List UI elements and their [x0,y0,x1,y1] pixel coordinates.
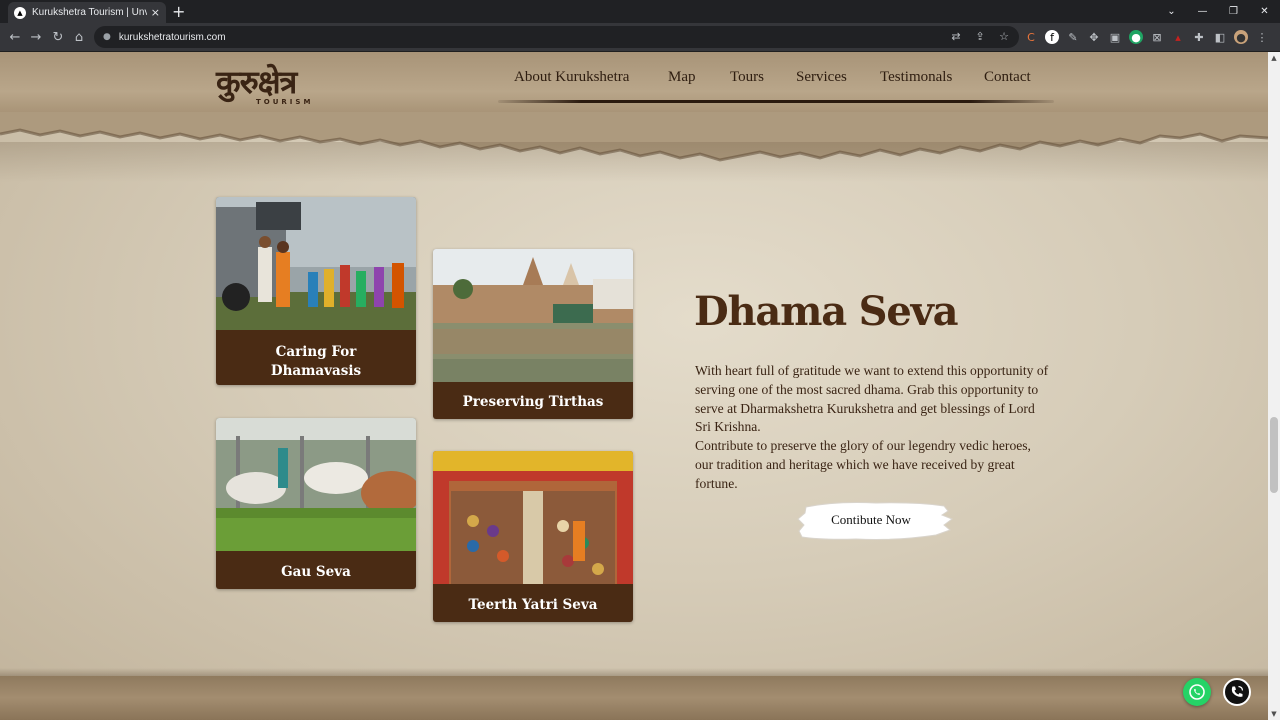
extension-green-icon[interactable]: ● [1129,30,1143,44]
url-text[interactable]: kurukshetratourism.com [119,32,226,43]
site-favicon-icon: ▲ [14,6,26,19]
nav-about-kurukshetra[interactable]: About Kurukshetra [514,69,629,86]
side-panel-icon[interactable]: ◧ [1213,30,1227,44]
extension-c-icon[interactable]: C [1024,30,1038,44]
tirthas-photo [433,249,633,382]
logo-subtext: TOURISM [256,98,314,106]
nav-contact[interactable]: Contact [984,69,1031,86]
contribute-now-button[interactable]: Contibute Now [796,499,956,543]
section-paragraph: With heart full of gratitude we want to … [695,363,1049,435]
tab-title: Kurukshetra Tourism | Unveiling t [32,7,147,18]
browser-menu-icon[interactable]: ⋮ [1255,30,1269,44]
card-caring-for-dhamavasis[interactable]: Caring For Dhamavasis [216,197,416,385]
card-gau-seva[interactable]: Gau Seva [216,418,416,589]
nav-underline [498,100,1054,103]
page-scrollbar[interactable]: ▲ ▼ [1268,52,1280,720]
section-paragraph: Contribute to preserve the glory of our … [695,438,1031,491]
home-icon[interactable]: ⌂ [70,28,88,46]
web-page: कुरुक्षेत्र TOURISM About Kurukshetra Ma… [0,52,1268,720]
maximize-button[interactable]: ❐ [1218,0,1249,23]
card-label: Preserving Tirthas [433,393,633,412]
extension-pen-icon[interactable]: ✎ [1066,30,1080,44]
address-bar[interactable]: ● kurukshetratourism.com ⇄ ⇪ ☆ [94,26,1019,48]
nav-services[interactable]: Services [796,69,847,86]
phone-call-icon [1231,685,1244,697]
browser-tabbar: ▲ Kurukshetra Tourism | Unveiling t × + … [0,0,1280,23]
whatsapp-button[interactable] [1183,678,1211,706]
nav-testimonals[interactable]: Testimonals [880,69,952,86]
card-preserving-tirthas[interactable]: Preserving Tirthas [433,249,633,419]
contribute-now-label: Contibute Now [831,512,911,527]
teerth-yatri-photo [433,451,633,584]
extension-f-icon[interactable]: f [1045,30,1059,44]
gau-seva-photo [216,418,416,551]
new-tab-button[interactable]: + [172,2,185,21]
card-label: Gau Seva [216,563,416,582]
forward-icon[interactable]: → [27,28,45,46]
main-navigation: About Kurukshetra Map Tours Services Tes… [498,66,1054,106]
scroll-up-icon[interactable]: ▲ [1268,52,1280,64]
scroll-down-icon[interactable]: ▼ [1268,708,1280,720]
extension-move-icon[interactable]: ✥ [1087,30,1101,44]
bookmark-star-icon[interactable]: ☆ [997,29,1011,43]
lock-icon[interactable]: ● [103,32,111,42]
extensions-bar: C f ✎ ✥ ▣ ● ⊠ ▴ ✚ ◧ ● ⋮ [1024,30,1269,44]
site-logo[interactable]: कुरुक्षेत्र TOURISM [212,56,322,114]
logo-text: कुरुक्षेत्र [216,63,297,101]
card-label: Caring For Dhamavasis [216,343,416,381]
card-label-line: Teerth Yatri Seva [468,597,598,613]
window-controls: ⌄ — ❐ ✕ [1156,0,1280,23]
nav-map[interactable]: Map [668,69,696,86]
extension-red-icon[interactable]: ▴ [1171,30,1185,44]
whatsapp-icon [1189,684,1205,700]
call-button[interactable] [1223,678,1251,706]
card-label-line: Gau Seva [281,564,351,580]
back-icon[interactable]: ← [6,28,24,46]
torn-paper-edge [0,112,1268,182]
card-teerth-yatri-seva[interactable]: Teerth Yatri Seva [433,451,633,622]
extensions-puzzle-icon[interactable]: ✚ [1192,30,1206,44]
tab-search-icon[interactable]: ⌄ [1156,0,1187,23]
minimize-button[interactable]: — [1187,0,1218,23]
card-label-line: Caring For [275,344,357,360]
site-footer-band [0,676,1268,720]
card-label-line: Preserving Tirthas [462,394,604,410]
nav-tours[interactable]: Tours [730,69,764,86]
extension-square-icon[interactable]: ▣ [1108,30,1122,44]
close-window-button[interactable]: ✕ [1249,0,1280,23]
tab-close-icon[interactable]: × [151,6,160,19]
share-icon[interactable]: ⇪ [973,29,987,43]
browser-toolbar: ← → ↻ ⌂ ● kurukshetratourism.com ⇄ ⇪ ☆ C… [0,23,1280,52]
extension-x-icon[interactable]: ⊠ [1150,30,1164,44]
translate-icon[interactable]: ⇄ [949,29,963,43]
section-description: With heart full of gratitude we want to … [695,362,1050,494]
section-title: Dhama Seva [694,288,959,335]
reload-icon[interactable]: ↻ [49,28,67,46]
card-label-line: Dhamavasis [270,363,362,379]
card-label: Teerth Yatri Seva [433,596,633,615]
browser-tab[interactable]: ▲ Kurukshetra Tourism | Unveiling t × [8,2,166,23]
profile-avatar-icon[interactable]: ● [1234,30,1248,44]
scrollbar-thumb[interactable] [1270,417,1278,493]
dhamavasis-photo [216,197,416,330]
